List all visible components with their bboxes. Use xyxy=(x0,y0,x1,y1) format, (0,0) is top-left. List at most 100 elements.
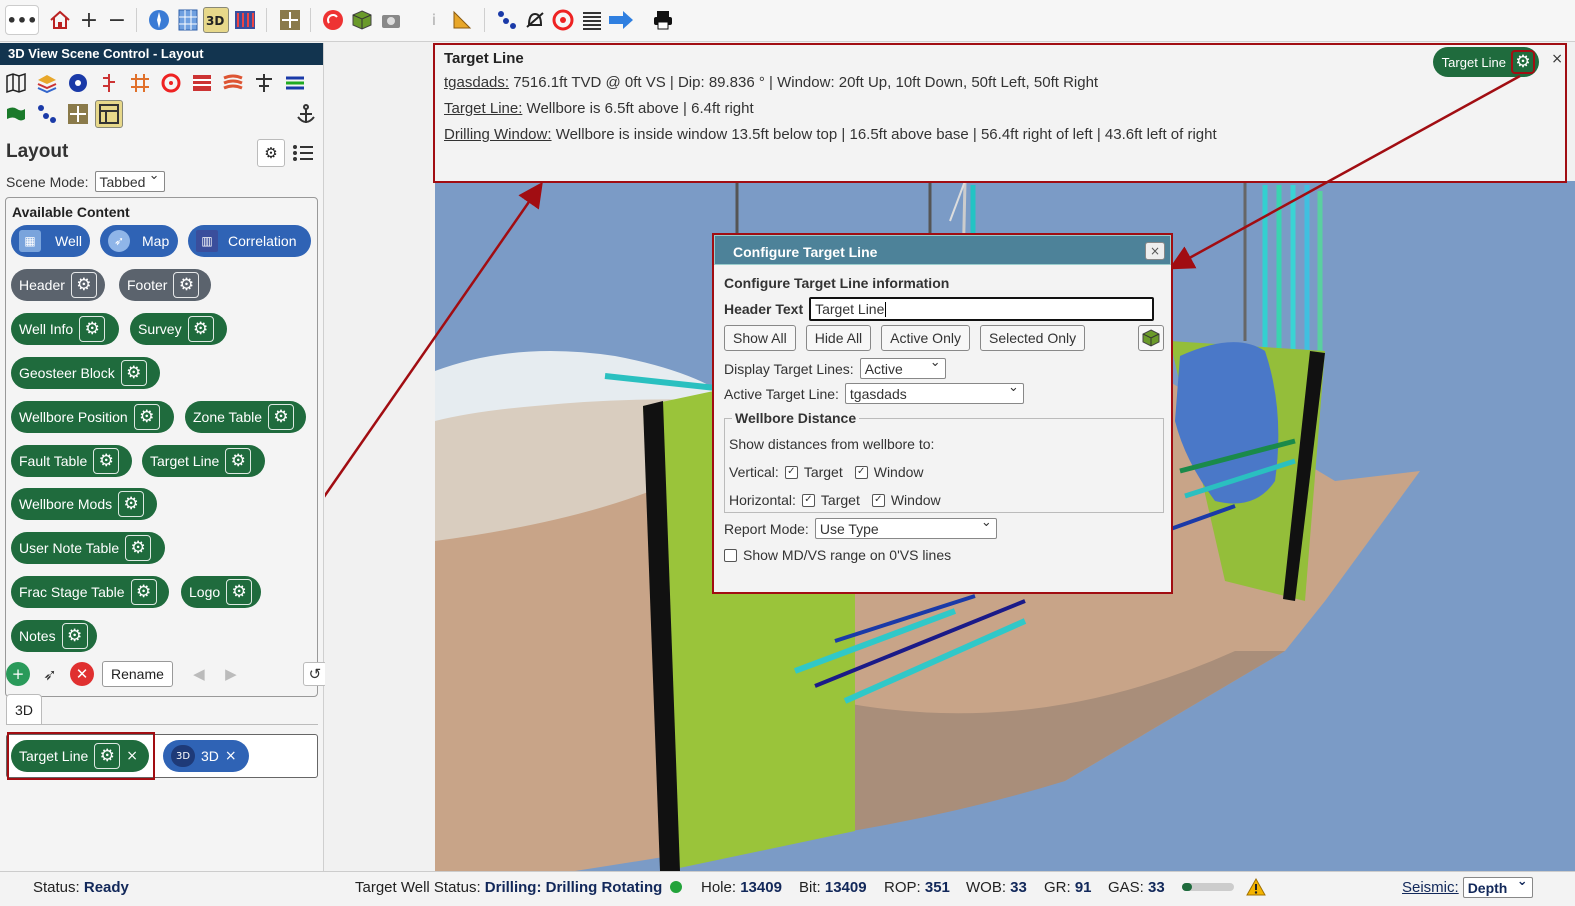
map-book-icon[interactable] xyxy=(2,69,30,97)
layers-icon[interactable] xyxy=(33,69,61,97)
gear-icon[interactable]: ⚙ xyxy=(173,272,200,298)
target-line-pill[interactable]: Target Line ⚙ xyxy=(1432,47,1539,77)
info-icon[interactable]: i xyxy=(421,7,447,33)
chip-zone-table[interactable]: Zone Table ⚙ xyxy=(185,401,306,433)
zoom-in-icon[interactable]: + xyxy=(76,7,102,33)
gear-icon[interactable]: ⚙ xyxy=(130,579,157,605)
show-md-vs-checkbox[interactable] xyxy=(724,548,737,562)
chip-user-note-table[interactable]: User Note Table ⚙ xyxy=(11,532,165,564)
scene-mode-select[interactable]: Tabbed xyxy=(94,168,165,192)
home-icon[interactable] xyxy=(47,7,73,33)
gear-badge-icon[interactable] xyxy=(64,69,92,97)
cube-icon[interactable] xyxy=(1138,325,1164,351)
refresh-icon[interactable] xyxy=(320,7,346,33)
camera-icon[interactable] xyxy=(378,7,404,33)
list-icon[interactable] xyxy=(579,7,605,33)
chip-notes[interactable]: Notes ⚙ xyxy=(11,620,97,652)
active-only-button[interactable]: Active Only xyxy=(881,325,970,351)
rename-button[interactable]: Rename xyxy=(102,661,173,687)
reset-icon[interactable]: ↺ xyxy=(302,662,327,686)
horizontal-target-checkbox[interactable]: ✓ xyxy=(801,493,815,507)
align-icon[interactable] xyxy=(250,69,278,97)
add-icon[interactable]: + xyxy=(6,662,30,686)
chip-target-line[interactable]: Target Line ⚙ xyxy=(142,445,265,477)
drilling-window-link[interactable]: Drilling Window: xyxy=(444,126,552,143)
gear-icon[interactable]: ⚙ xyxy=(257,139,285,167)
gear-icon[interactable]: ⚙ xyxy=(187,316,214,342)
chip-wellbore-mods[interactable]: Wellbore Mods ⚙ xyxy=(11,488,157,520)
chip-well-info[interactable]: Well Info ⚙ xyxy=(11,313,119,345)
gear-icon[interactable]: ⚙ xyxy=(120,360,147,386)
selected-only-button[interactable]: Selected Only xyxy=(979,325,1086,351)
gear-icon[interactable]: ⚙ xyxy=(125,535,152,561)
vertical-target-checkbox[interactable]: ✓ xyxy=(784,465,798,479)
grid-cross-icon[interactable] xyxy=(126,69,154,97)
horizons-icon[interactable] xyxy=(281,69,309,97)
active-target-line-select[interactable]: tgasdads xyxy=(844,380,1024,404)
chip-frac-stage-table[interactable]: Frac Stage Table ⚙ xyxy=(11,576,169,608)
gear-icon[interactable]: ⚙ xyxy=(79,316,106,342)
chip-header[interactable]: Header ⚙ xyxy=(11,269,105,301)
ruler-icon[interactable] xyxy=(449,7,475,33)
stripes-icon[interactable] xyxy=(188,69,216,97)
close-icon[interactable]: × xyxy=(1551,51,1563,67)
zoom-out-icon[interactable]: − xyxy=(104,7,130,33)
tab-3d[interactable]: 3D xyxy=(6,694,42,724)
warning-icon[interactable] xyxy=(1246,877,1266,900)
horizontal-window-checkbox[interactable]: ✓ xyxy=(871,493,885,507)
display-target-lines-select[interactable]: Active xyxy=(859,355,946,379)
layout-icon[interactable] xyxy=(95,100,123,128)
placed-3d[interactable]: 3D 3D × xyxy=(163,740,249,772)
crosshair-icon[interactable] xyxy=(277,7,303,33)
zone-icon[interactable] xyxy=(219,69,247,97)
chip-wellbore-position[interactable]: Wellbore Position ⚙ xyxy=(11,401,174,433)
gear-icon[interactable]: ⚙ xyxy=(226,579,253,605)
gear-icon[interactable]: ⚙ xyxy=(118,491,145,517)
chip-map[interactable]: ➶ Map xyxy=(100,225,178,257)
gear-icon[interactable]: ⚙ xyxy=(61,623,88,649)
chip-geosteer-block[interactable]: Geosteer Block ⚙ xyxy=(11,357,160,389)
show-all-button[interactable]: Show All xyxy=(724,325,796,351)
fault-icon[interactable] xyxy=(95,69,123,97)
hide-all-button[interactable]: Hide All xyxy=(805,325,872,351)
seismic-link[interactable]: Seismic: xyxy=(1402,879,1459,896)
target-name-link[interactable]: tgasdads: xyxy=(444,74,509,91)
report-mode-select[interactable]: Use Type xyxy=(814,515,997,539)
gear-icon[interactable]: ⚙ xyxy=(268,404,295,430)
correlation-icon[interactable] xyxy=(232,7,258,33)
gear-icon[interactable]: ⚙ xyxy=(70,272,97,298)
chip-survey[interactable]: Survey ⚙ xyxy=(130,313,227,345)
list-icon[interactable] xyxy=(289,139,317,167)
chip-well[interactable]: ▦ Well xyxy=(11,225,90,257)
points-icon[interactable] xyxy=(33,100,61,128)
rocket-icon[interactable]: ➶ xyxy=(38,662,62,686)
target-line-link[interactable]: Target Line: xyxy=(444,100,522,117)
cube-icon[interactable] xyxy=(349,7,375,33)
points-icon[interactable] xyxy=(494,7,520,33)
crosshair-icon[interactable] xyxy=(64,100,92,128)
anchor-icon[interactable] xyxy=(292,100,320,128)
more-menu-button[interactable]: ••• xyxy=(5,5,39,35)
arrow-right-icon[interactable] xyxy=(606,7,636,33)
grid-icon[interactable] xyxy=(175,7,201,33)
arrow-right-icon[interactable]: ▶ xyxy=(219,662,243,686)
chip-correlation[interactable]: ▥ Correlation xyxy=(188,225,311,257)
seismic-select[interactable]: Depth xyxy=(1462,874,1533,898)
gear-icon[interactable]: ⚙ xyxy=(133,404,160,430)
close-icon[interactable]: × xyxy=(225,748,237,764)
print-icon[interactable] xyxy=(650,7,676,33)
3d-view-icon[interactable]: 3D xyxy=(203,7,229,33)
gear-icon[interactable]: ⚙ xyxy=(1511,50,1535,74)
gear-icon[interactable]: ⚙ xyxy=(225,448,252,474)
gear-icon[interactable]: ⚙ xyxy=(93,448,120,474)
target-icon[interactable] xyxy=(157,69,185,97)
target-icon[interactable] xyxy=(550,7,576,33)
delete-icon[interactable]: ✕ xyxy=(70,662,94,686)
close-icon[interactable]: × xyxy=(1145,242,1165,260)
chip-fault-table[interactable]: Fault Table ⚙ xyxy=(11,445,132,477)
compass-icon[interactable] xyxy=(146,7,172,33)
header-text-input[interactable]: Target Line xyxy=(809,297,1155,321)
flag-icon[interactable] xyxy=(2,100,30,128)
vertical-window-checkbox[interactable]: ✓ xyxy=(854,465,868,479)
alarm-icon[interactable] xyxy=(522,7,548,33)
